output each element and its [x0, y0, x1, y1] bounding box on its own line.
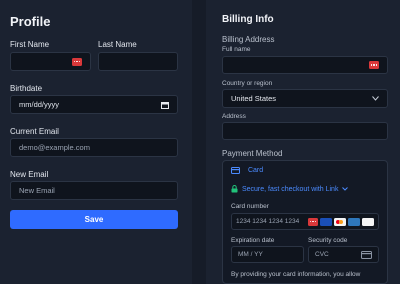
- panel-divider: [192, 0, 206, 284]
- cvc-label: Security code: [308, 237, 348, 244]
- address-input[interactable]: [222, 122, 388, 140]
- chevron-down-icon: [342, 187, 349, 191]
- expiry-input[interactable]: MM / YY: [231, 246, 304, 263]
- card-tab-label: Card: [247, 167, 264, 175]
- new-email-placeholder: New Email: [19, 186, 55, 195]
- lock-icon: [231, 185, 238, 193]
- first-name-input[interactable]: [10, 52, 91, 71]
- current-email-value: demo@example.com: [19, 143, 90, 152]
- full-name-label: Full name: [222, 46, 251, 53]
- card-number-input[interactable]: 1234 1234 1234 1234: [231, 213, 379, 230]
- password-manager-icon[interactable]: [308, 217, 318, 226]
- discover-icon: [362, 217, 374, 226]
- link-checkout[interactable]: Secure, fast checkout with Link: [231, 185, 349, 193]
- card-disclaimer: By providing your card information, you …: [231, 271, 361, 278]
- profile-title: Profile: [10, 14, 51, 29]
- last-name-input[interactable]: [98, 52, 178, 71]
- cvc-card-icon: [361, 250, 372, 259]
- current-email-label: Current Email: [10, 127, 59, 136]
- full-name-input[interactable]: [222, 56, 388, 74]
- mastercard-icon: [334, 217, 346, 226]
- card-number-placeholder: 1234 1234 1234 1234: [236, 218, 300, 225]
- birthdate-placeholder: mm/dd/yyyy: [19, 100, 60, 109]
- birthdate-input[interactable]: mm/dd/yyyy: [10, 95, 178, 114]
- visa-icon: [320, 217, 332, 226]
- calendar-icon[interactable]: [161, 101, 169, 109]
- billing-address-heading: Billing Address: [222, 35, 275, 44]
- card-number-label: Card number: [231, 203, 269, 210]
- expiry-placeholder: MM / YY: [238, 251, 263, 258]
- first-name-label: First Name: [10, 40, 50, 49]
- expiry-label: Expiration date: [231, 237, 275, 244]
- last-name-label: Last Name: [98, 40, 137, 49]
- card-tab[interactable]: Card: [231, 167, 263, 174]
- country-label: Country or region: [222, 80, 273, 87]
- billing-title: Billing Info: [222, 14, 274, 25]
- chevron-down-icon: [372, 96, 379, 101]
- payment-method-heading: Payment Method: [222, 149, 283, 158]
- amex-icon: [348, 217, 360, 226]
- cvc-placeholder: CVC: [315, 251, 329, 258]
- birthdate-label: Birthdate: [10, 84, 43, 93]
- credit-card-icon: [231, 167, 240, 174]
- link-text: Secure, fast checkout with Link: [241, 185, 339, 193]
- password-manager-icon[interactable]: [72, 57, 82, 66]
- new-email-input[interactable]: New Email: [10, 181, 178, 200]
- country-select[interactable]: United States: [222, 89, 388, 108]
- payment-card-container: Card Secure, fast checkout with Link Car…: [222, 160, 388, 284]
- country-value: United States: [231, 94, 277, 103]
- address-label: Address: [222, 113, 246, 120]
- cvc-input[interactable]: CVC: [308, 246, 379, 263]
- save-button[interactable]: Save: [10, 210, 178, 229]
- current-email-field: demo@example.com: [10, 138, 178, 157]
- password-manager-icon[interactable]: [369, 61, 379, 69]
- new-email-label: New Email: [10, 170, 49, 179]
